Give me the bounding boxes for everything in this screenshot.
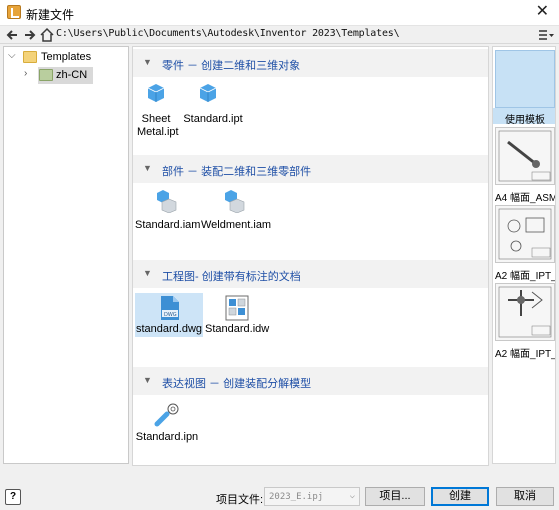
collapse-chevron-icon[interactable]: ▼ (143, 57, 152, 67)
create-button[interactable]: 创建 (431, 487, 489, 506)
group-title: 部件 － 装配二维和三维零部件 (162, 166, 312, 178)
tree-item-zh-cn[interactable]: › zh-CN (8, 67, 126, 84)
help-icon[interactable]: ? (5, 489, 21, 505)
folder-icon (39, 69, 53, 81)
group-title: 零件 － 创建二维和三维对象 (162, 60, 301, 72)
group-header-assembly[interactable]: ▼ 部件 － 装配二维和三维零部件 (133, 155, 488, 183)
tree-item-templates[interactable]: ⌵ Templates (8, 50, 126, 66)
template-standard-dwg[interactable]: DWG standard.dwg (135, 293, 203, 337)
view-options-icon[interactable] (537, 27, 555, 43)
group-header-part[interactable]: ▼ 零件 － 创建二维和三维对象 (133, 49, 488, 77)
app-icon (7, 5, 21, 19)
group-title: 表达视图 － 创建装配分解模型 (162, 378, 312, 390)
thumb-a2-ipt-1[interactable]: A2 幅面_IPT_... (495, 205, 556, 282)
project-file-label: 项目文件: (216, 494, 264, 506)
template-sheet-metal-ipt[interactable]: Sheet Metal.ipt (137, 83, 179, 139)
drawing-file-icon (225, 295, 249, 321)
part-file-icon (147, 84, 165, 102)
collapse-chevron-icon[interactable]: ▼ (143, 375, 152, 385)
file-name: standard.dwg (135, 323, 203, 335)
drawing-preview-image (495, 127, 555, 185)
assembly-file-icon (225, 190, 245, 213)
group-header-drawing[interactable]: ▼ 工程图- 创建带有标注的文档 (133, 260, 488, 288)
close-icon[interactable]: ✕ (536, 3, 549, 21)
presentation-file-icon (154, 403, 179, 427)
path-bar: C:\Users\Public\Documents\Autodesk\Inven… (0, 26, 559, 44)
expand-toggle-icon[interactable]: ⌵ (8, 50, 18, 61)
drawing-preview-image (495, 205, 555, 263)
group-title: 工程图- 创建带有标注的文档 (162, 271, 301, 283)
file-name: Standard.iam (135, 219, 201, 231)
file-name: Weldment.iam (201, 219, 272, 231)
home-icon[interactable] (40, 27, 54, 43)
thumb-caption: A4 幅面_ASME... (495, 193, 555, 204)
file-name: Metal.ipt (137, 126, 179, 138)
template-standard-ipt[interactable]: Standard.ipt (183, 83, 243, 125)
forward-arrow-icon[interactable] (22, 27, 38, 43)
collapse-toggle-icon[interactable]: › (24, 68, 34, 79)
file-name: Standard.idw (205, 323, 270, 335)
part-file-icon (199, 84, 217, 102)
thumb-use-template[interactable]: 使用模板 (493, 50, 555, 126)
thumb-caption: 使用模板 (505, 115, 545, 126)
cancel-button[interactable]: 取消 (496, 487, 554, 506)
thumb-a2-ipt-2[interactable]: A2 幅面_IPT_... (495, 283, 556, 360)
collapse-chevron-icon[interactable]: ▼ (143, 163, 152, 173)
template-standard-ipn[interactable]: Standard.ipn (135, 401, 199, 443)
file-name: Standard.ipn (135, 431, 199, 443)
dialog-footer: ? 项目文件: 2023_E.ipj ⌵ 项目... 创建 取消 (0, 484, 559, 510)
chevron-down-icon: ⌵ (349, 491, 355, 501)
drawing-preview-image (495, 283, 555, 341)
projects-button[interactable]: 项目... (365, 487, 425, 506)
file-name: Sheet (141, 113, 171, 125)
assembly-file-icon (157, 190, 177, 213)
group-header-presentation[interactable]: ▼ 表达视图 － 创建装配分解模型 (133, 367, 488, 395)
dwg-file-icon: DWG (161, 296, 179, 320)
title-bar: 新建文件 ✕ (0, 0, 559, 26)
project-file-select[interactable]: 2023_E.ipj ⌵ (264, 487, 360, 506)
window-title: 新建文件 (26, 8, 75, 22)
svg-text:DWG: DWG (164, 312, 177, 318)
tree-item-label: Templates (41, 51, 92, 63)
template-standard-idw[interactable]: Standard.idw (205, 293, 269, 337)
thumb-caption: A2 幅面_IPT_... (495, 349, 556, 360)
template-standard-iam[interactable]: Standard.iam (135, 189, 201, 231)
template-list: ▼ 零件 － 创建二维和三维对象 Sheet Metal.ipt Standar… (132, 46, 489, 466)
template-preview-image (495, 50, 555, 108)
collapse-chevron-icon[interactable]: ▼ (143, 268, 152, 278)
tree-item-label: zh-CN (56, 69, 88, 81)
current-path: C:\Users\Public\Documents\Autodesk\Inven… (56, 28, 400, 39)
thumb-a4-asme[interactable]: A4 幅面_ASME... (495, 127, 555, 204)
template-preview-list: 使用模板 A4 幅面_ASME... A2 幅面_IPT_... (492, 46, 556, 464)
thumb-caption: A2 幅面_IPT_... (495, 271, 556, 282)
file-name: Standard.ipt (183, 113, 243, 125)
folder-tree: ⌵ Templates › zh-CN (3, 46, 129, 464)
folder-icon (23, 51, 37, 63)
project-file-value: 2023_E.ipj (269, 492, 324, 502)
back-arrow-icon[interactable] (4, 27, 20, 43)
template-weldment-iam[interactable]: Weldment.iam (201, 189, 271, 231)
